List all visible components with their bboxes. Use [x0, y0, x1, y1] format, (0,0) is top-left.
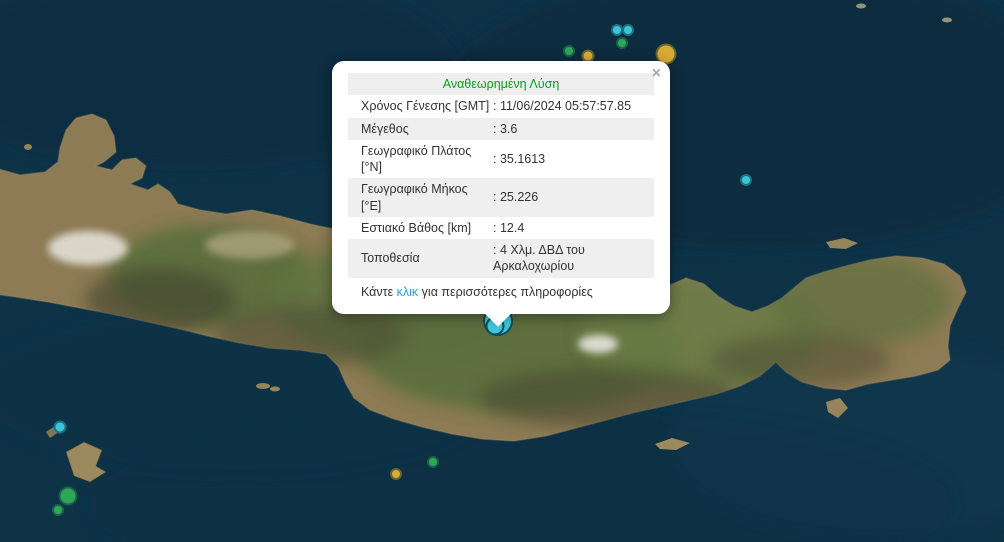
footer-text-suffix: για περισσότερες πληροφορίες: [418, 285, 593, 299]
footer-text-prefix: Κάντε: [361, 285, 397, 299]
earthquake-marker-cyan[interactable]: [740, 174, 752, 186]
earthquake-marker-green[interactable]: [563, 45, 575, 57]
popup-title: Αναθεωρημένη Λύση: [348, 73, 654, 95]
more-info-link[interactable]: κλικ: [397, 285, 419, 299]
popup-row-label: Μέγεθος: [348, 118, 493, 140]
popup-table: Χρόνος Γένεσης [GMT]: 11/06/2024 05:57:5…: [348, 95, 654, 277]
popup-row-value: : 25.226: [493, 186, 654, 208]
popup-row-label: Γεωγραφικό Πλάτος [°N]: [348, 140, 493, 179]
earthquake-marker-green[interactable]: [427, 456, 439, 468]
earthquake-marker-cyan[interactable]: [622, 24, 634, 36]
popup-close-button[interactable]: ×: [652, 66, 661, 82]
popup-row: Εστιακό Βάθος [km]: 12.4: [348, 217, 654, 239]
popup-row-value: : 3.6: [493, 118, 654, 140]
popup-row: Τοποθεσία: 4 Χλμ. ΔΒΔ του Αρκαλοχωρίου: [348, 239, 654, 278]
earthquake-marker-yellow[interactable]: [390, 468, 402, 480]
popup-row-value: : 35.1613: [493, 148, 654, 170]
popup-row-value: : 11/06/2024 05:57:57.85: [493, 95, 654, 117]
popup-row-value: : 4 Χλμ. ΔΒΔ του Αρκαλοχωρίου: [493, 239, 654, 278]
map-app: × Αναθεωρημένη Λύση Χρόνος Γένεσης [GMT]…: [0, 0, 1004, 542]
event-popup: × Αναθεωρημένη Λύση Χρόνος Γένεσης [GMT]…: [332, 61, 670, 314]
popup-row-label: Τοποθεσία: [348, 247, 493, 269]
popup-row: Χρόνος Γένεσης [GMT]: 11/06/2024 05:57:5…: [348, 95, 654, 117]
popup-row: Γεωγραφικό Μήκος [°E]: 25.226: [348, 178, 654, 217]
popup-row-label: Εστιακό Βάθος [km]: [348, 217, 493, 239]
earthquake-marker-cyan[interactable]: [54, 421, 67, 434]
popup-row-label: Χρόνος Γένεσης [GMT]: [348, 95, 493, 117]
popup-footer: Κάντε κλικ για περισσότερες πληροφορίες: [348, 278, 654, 302]
earthquake-marker-green[interactable]: [616, 37, 628, 49]
popup-row-value: : 12.4: [493, 217, 654, 239]
earthquake-marker-green[interactable]: [52, 504, 64, 516]
popup-row: Γεωγραφικό Πλάτος [°N]: 35.1613: [348, 140, 654, 179]
earthquake-marker-green[interactable]: [59, 487, 78, 506]
popup-row-label: Γεωγραφικό Μήκος [°E]: [348, 178, 493, 217]
popup-row: Μέγεθος: 3.6: [348, 118, 654, 140]
